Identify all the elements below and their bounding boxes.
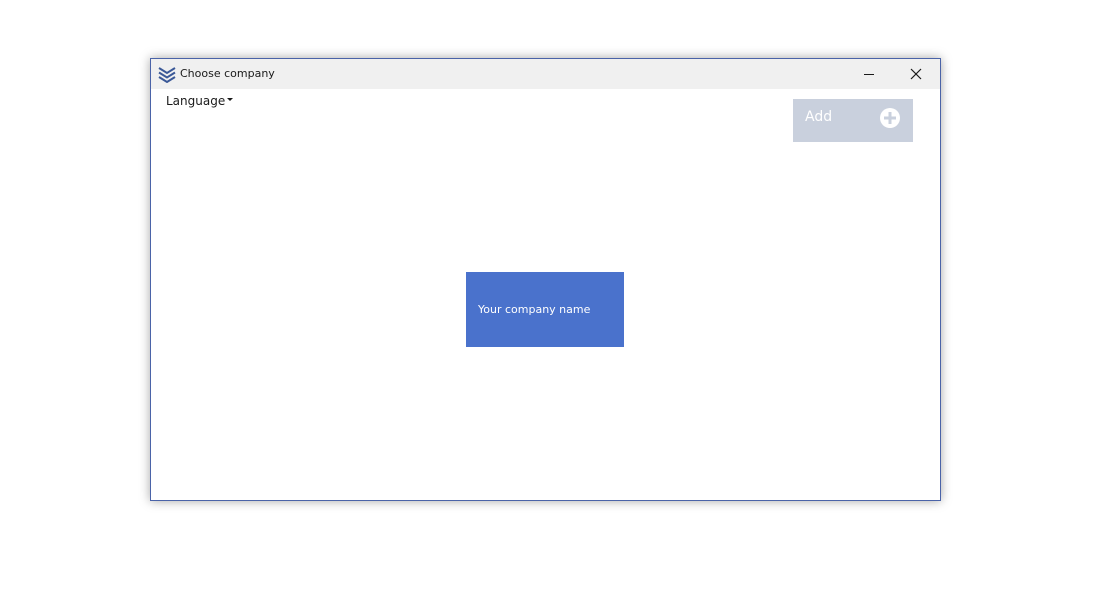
company-tile[interactable]: Your company name — [466, 272, 624, 347]
caret-down-icon — [227, 98, 234, 101]
minimize-icon — [864, 74, 874, 75]
company-name: Your company name — [478, 303, 591, 316]
language-menu[interactable]: Language — [166, 94, 234, 110]
choose-company-window: Choose company Language Add Your company — [150, 58, 941, 501]
plus-circle-icon — [879, 107, 901, 129]
language-label: Language — [166, 94, 226, 108]
title-bar[interactable]: Choose company — [151, 59, 940, 89]
close-icon — [910, 68, 922, 80]
close-button[interactable] — [893, 59, 939, 89]
minimize-button[interactable] — [846, 59, 892, 89]
window-title: Choose company — [180, 67, 275, 80]
layers-icon — [158, 65, 176, 84]
add-company-button[interactable]: Add — [793, 99, 913, 142]
add-label: Add — [805, 109, 833, 125]
